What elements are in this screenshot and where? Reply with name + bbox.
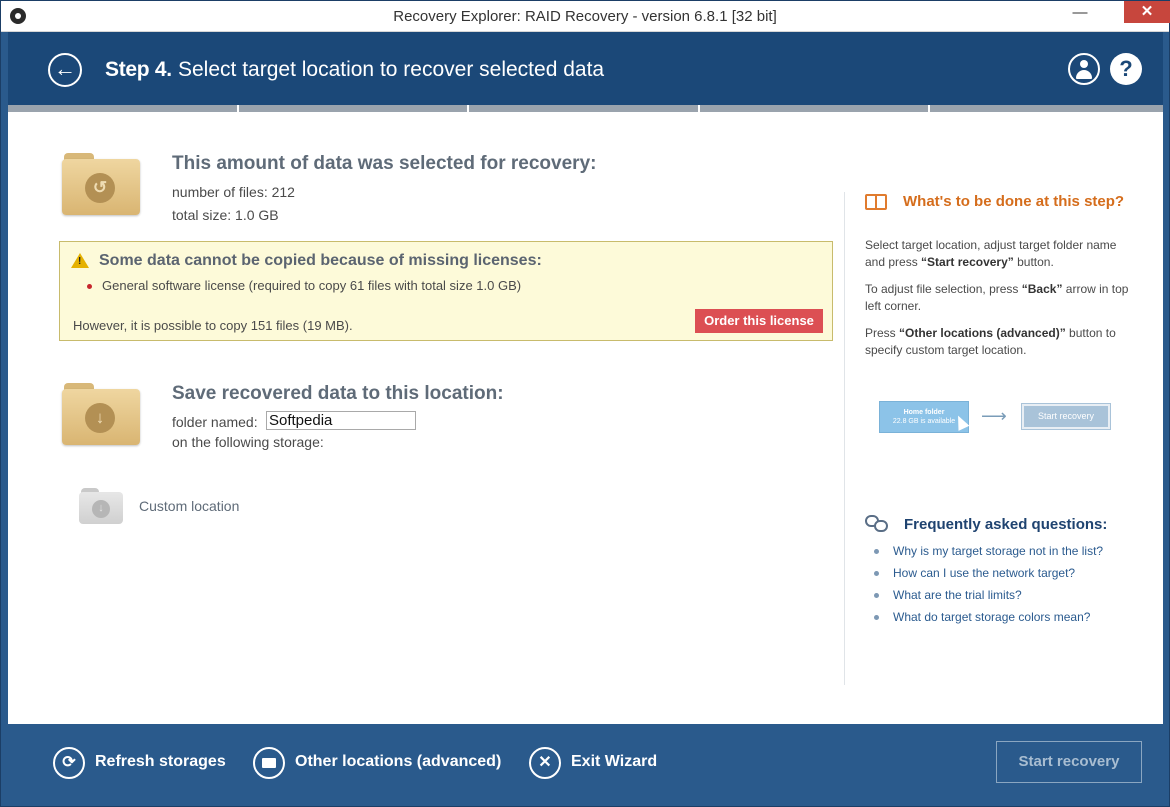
custom-location-folder-icon[interactable]: ↓	[79, 488, 123, 524]
book-icon	[865, 194, 887, 210]
arrow-right-icon: ⟶	[981, 406, 1007, 426]
help-paragraph-3: Press “Other locations (advanced)” butto…	[865, 325, 1135, 359]
help-text-bold: “Start recovery”	[921, 255, 1014, 269]
bullet-icon	[874, 615, 879, 621]
faq-link[interactable]: What are the trial limits?	[874, 588, 1022, 602]
help-text-bold: “Other locations (advanced)”	[899, 326, 1066, 340]
help-text-bold: “Back”	[1021, 282, 1063, 296]
warning-icon-glyph: !	[78, 256, 82, 267]
storage-label: on the following storage:	[172, 434, 324, 450]
faq-link-text[interactable]: What do target storage colors mean?	[893, 610, 1090, 624]
user-icon-head	[1080, 60, 1088, 68]
total-size: total size: 1.0 GB	[172, 207, 279, 223]
faq-link-text[interactable]: Why is my target storage not in the list…	[893, 544, 1103, 558]
warning-icon: !	[71, 253, 89, 268]
license-warning-box: ! Some data cannot be copied because of …	[59, 241, 833, 341]
window-title: Recovery Explorer: RAID Recovery - versi…	[393, 8, 777, 25]
illustration-home-sub: 22.8 GB is available	[892, 418, 956, 425]
refresh-icon: ⟳	[53, 747, 85, 779]
help-paragraph-1: Select target location, adjust target fo…	[865, 237, 1135, 271]
save-title: Save recovered data to this location:	[172, 383, 504, 404]
faq-link-text[interactable]: How can I use the network target?	[893, 566, 1075, 580]
help-text: button.	[1013, 255, 1054, 269]
exit-wizard-label: Exit Wizard	[571, 753, 658, 770]
faq-title: Frequently asked questions:	[904, 516, 1108, 533]
folder-name-input[interactable]	[266, 411, 416, 430]
files-count: number of files: 212	[172, 184, 295, 200]
faq-link-text[interactable]: What are the trial limits?	[893, 588, 1022, 602]
faq-icon	[865, 515, 889, 533]
restore-icon: ↺	[85, 173, 115, 203]
help-paragraph-2: To adjust file selection, press “Back” a…	[865, 281, 1135, 315]
other-locations-label: Other locations (advanced)	[295, 753, 502, 770]
wizard-footer: ⟳ Refresh storages Other locations (adva…	[8, 724, 1163, 801]
folder-name-label: folder named:	[172, 414, 258, 430]
bullet-icon	[874, 571, 879, 577]
illustration-start-recovery: Start recovery	[1021, 403, 1111, 430]
faq-bubble	[874, 520, 888, 532]
help-text: To adjust file selection, press	[865, 282, 1022, 296]
progress-separator	[928, 105, 930, 112]
progress-separator	[467, 105, 469, 112]
start-recovery-button[interactable]: Start recovery	[996, 741, 1142, 783]
bullet-icon	[874, 593, 879, 599]
user-icon-body	[1076, 70, 1092, 79]
warning-footer: However, it is possible to copy 151 file…	[73, 318, 353, 333]
refresh-storages-label: Refresh storages	[95, 753, 226, 770]
wizard-header: ← Step 4. Select target location to reco…	[8, 32, 1163, 105]
step-progress-bar	[8, 105, 1163, 112]
custom-location-label[interactable]: Custom location	[139, 498, 239, 514]
user-icon[interactable]	[1068, 53, 1100, 85]
illustration-home-label: Home folder	[903, 409, 945, 416]
selected-data-folder-icon: ↺	[62, 153, 140, 215]
target-folder-icon: ↓	[62, 383, 140, 445]
download-icon: ↓	[92, 500, 110, 518]
selection-title: This amount of data was selected for rec…	[172, 153, 597, 174]
page-title: Select target location to recover select…	[178, 58, 605, 81]
warning-title: Some data cannot be copied because of mi…	[99, 252, 542, 269]
folder-glyph	[262, 758, 276, 768]
help-text: Press	[865, 326, 900, 340]
faq-link[interactable]: What do target storage colors mean?	[874, 610, 1090, 624]
close-icon: ✕	[529, 747, 561, 779]
order-license-button[interactable]: Order this license	[695, 309, 823, 333]
bullet-icon	[87, 284, 92, 289]
minimize-button[interactable]: —	[1063, 1, 1097, 29]
progress-separator	[237, 105, 239, 112]
side-help-title: What's to be done at this step?	[903, 193, 1125, 210]
bullet-icon	[874, 549, 879, 555]
main-content: ↺ This amount of data was selected for r…	[8, 112, 1163, 724]
app-window: Recovery Explorer: RAID Recovery - versi…	[0, 0, 1170, 807]
folder-icon	[253, 747, 285, 779]
back-arrow-icon[interactable]: ←	[48, 53, 82, 87]
faq-link[interactable]: How can I use the network target?	[874, 566, 1075, 580]
help-icon[interactable]: ?	[1110, 53, 1142, 85]
title-bar: Recovery Explorer: RAID Recovery - versi…	[1, 1, 1170, 32]
faq-link[interactable]: Why is my target storage not in the list…	[874, 544, 1103, 558]
divider	[844, 192, 845, 685]
close-button[interactable]: ✕	[1124, 1, 1170, 23]
download-icon: ↓	[85, 403, 115, 433]
step-number: Step 4.	[105, 58, 172, 81]
warning-item: General software license (required to co…	[102, 278, 522, 293]
progress-separator	[698, 105, 700, 112]
